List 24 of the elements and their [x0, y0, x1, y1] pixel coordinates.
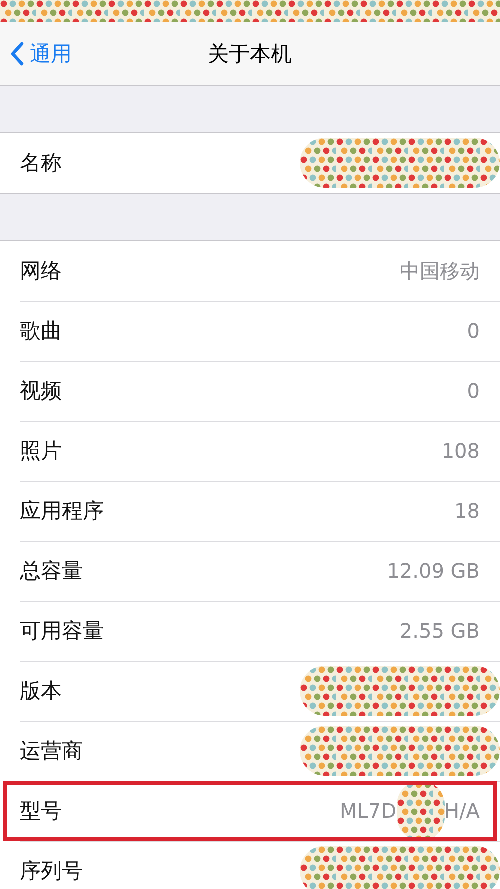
row-label: 歌曲	[20, 318, 62, 345]
row-value: 108	[442, 439, 480, 463]
row-value: H/A	[444, 799, 480, 823]
row-label: 可用容量	[20, 618, 104, 645]
chevron-left-icon	[10, 42, 24, 66]
row-value: 0	[467, 379, 480, 403]
row-label: 视频	[20, 378, 62, 405]
row-label: 网络	[20, 258, 62, 285]
row-value: 18	[454, 499, 480, 523]
row-label: 运营商	[20, 738, 83, 765]
row-label: 应用程序	[20, 498, 104, 525]
row-value: 0	[467, 319, 480, 343]
row-label: 版本	[20, 678, 62, 705]
back-button[interactable]: 通用	[0, 38, 78, 68]
row-value: ML7D	[340, 799, 397, 823]
row-value: 2.55 GB	[400, 619, 480, 643]
row-label: 名称	[20, 150, 62, 177]
row-label: 序列号	[20, 858, 83, 885]
screen-title: 关于本机	[208, 42, 292, 66]
row-value: 中国移动	[400, 258, 480, 284]
row-value: 12.09 GB	[387, 559, 480, 583]
row-label: 型号	[20, 798, 62, 825]
row-label: 总容量	[20, 558, 83, 585]
row-label: 照片	[20, 438, 62, 465]
